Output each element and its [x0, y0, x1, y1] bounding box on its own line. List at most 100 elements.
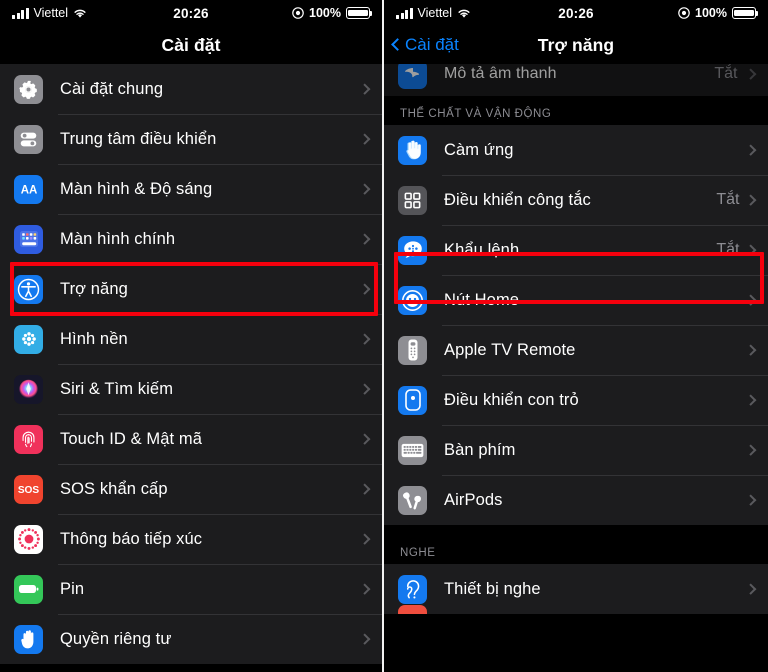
list-item-label: Khẩu lệnh [444, 240, 520, 259]
chevron-right-icon [744, 144, 756, 156]
wallpaper-icon [14, 324, 43, 354]
list-item-ban-phim[interactable]: Bàn phím [384, 425, 768, 475]
chevron-right-icon [358, 333, 370, 345]
chevron-right-icon [358, 383, 370, 395]
list-item-apple-tv-remote[interactable]: Apple TV Remote [384, 325, 768, 375]
list-item-label: Touch ID & Mật mã [60, 429, 202, 448]
exposure-notification-icon [14, 524, 43, 554]
chevron-right-icon [744, 494, 756, 506]
home-button-icon [398, 285, 427, 315]
chevron-right-icon [744, 68, 756, 80]
list-item-value: Tắt [716, 241, 740, 258]
chevron-right-icon [358, 233, 370, 245]
left-phone-screen: Viettel 20:26 100% Cài đặt Cài đặt chung… [0, 0, 384, 672]
list-item-label: Siri & Tìm kiếm [60, 379, 174, 398]
chevron-right-icon [358, 283, 370, 295]
list-item-pin[interactable]: Pin [0, 564, 382, 614]
accessibility-list[interactable]: Mô tả âm thanh Tắt THỂ CHẤT VÀ VẬN ĐỘNG … [384, 64, 768, 614]
accessibility-icon [14, 274, 43, 304]
nav-bar: Cài đặt [0, 26, 382, 64]
list-item-siri-tim-kiem[interactable]: Siri & Tìm kiếm [0, 364, 382, 414]
touch-hand-icon [398, 135, 427, 165]
list-item-label: SOS khẩn cấp [60, 479, 168, 498]
battery-icon [14, 574, 43, 604]
battery-percent-label: 100% [309, 6, 341, 20]
settings-list[interactable]: Cài đặt chung Trung tâm điều khiển AA Mà… [0, 64, 382, 664]
list-item-tro-nang[interactable]: Trợ năng [0, 264, 382, 314]
status-bar-right: 100% [678, 6, 758, 20]
list-item-label: Bàn phím [444, 440, 516, 459]
list-item-man-hinh-do-sang[interactable]: AA Màn hình & Độ sáng [0, 164, 382, 214]
list-item-value: Tắt [716, 191, 740, 208]
dual-screenshot-container: Viettel 20:26 100% Cài đặt Cài đặt chung… [0, 0, 768, 672]
chevron-right-icon [358, 433, 370, 445]
chevron-right-icon [358, 83, 370, 95]
keyboard-icon [398, 435, 427, 465]
list-item-dieu-khien-con-tro[interactable]: Điều khiển con trỏ [384, 375, 768, 425]
list-item-label: Mô tả âm thanh [444, 65, 557, 82]
chevron-right-icon [358, 533, 370, 545]
partial-next-item-icon [398, 605, 427, 614]
list-item-dieu-khien-cong-tac[interactable]: Điều khiển công tắc Tắt [384, 175, 768, 225]
list-item-value: Tắt [714, 65, 738, 82]
pointer-control-icon [398, 385, 427, 415]
list-item-cai-dat-chung[interactable]: Cài đặt chung [0, 64, 382, 114]
chevron-right-icon [744, 194, 756, 206]
battery-percent-label: 100% [695, 6, 727, 20]
apple-tv-remote-icon [398, 335, 427, 365]
battery-full-icon [732, 7, 758, 19]
list-item-trung-tam-dieu-khien[interactable]: Trung tâm điều khiển [0, 114, 382, 164]
list-item-label: Nút Home [444, 290, 520, 309]
privacy-hand-icon [14, 624, 43, 654]
rotation-lock-icon [678, 7, 690, 19]
list-item-thong-bao-tiep-xuc[interactable]: Thông báo tiếp xúc [0, 514, 382, 564]
list-item-label: Màn hình & Độ sáng [60, 179, 213, 198]
battery-full-icon [346, 7, 372, 19]
list-item-man-hinh-chinh[interactable]: Màn hình chính [0, 214, 382, 264]
list-item-nut-home[interactable]: Nút Home [384, 275, 768, 325]
list-item-khau-lenh[interactable]: Khẩu lệnh Tắt [384, 225, 768, 275]
section-header-nghe: NGHE [384, 525, 768, 564]
list-item-quyen-rieng-tu[interactable]: Quyền riêng tư [0, 614, 382, 664]
touch-id-icon [14, 424, 43, 454]
list-item-touch-id-mat-ma[interactable]: Touch ID & Mật mã [0, 414, 382, 464]
airpods-icon [398, 485, 427, 515]
sos-icon: SOS [14, 474, 43, 504]
list-item-mo-ta-am-thanh[interactable]: Mô tả âm thanh Tắt [384, 64, 768, 96]
list-item-label: Apple TV Remote [444, 340, 576, 359]
chevron-right-icon [744, 394, 756, 406]
list-item-label: Hình nền [60, 329, 128, 348]
display-aa-icon: AA [14, 174, 43, 204]
list-item-hinh-nen[interactable]: Hình nền [0, 314, 382, 364]
list-item-label: Thông báo tiếp xúc [60, 529, 203, 548]
chevron-right-icon [358, 183, 370, 195]
section-header-the-chat: THỂ CHẤT VÀ VẬN ĐỘNG [384, 96, 768, 125]
list-item-label: Điều khiển công tắc [444, 190, 591, 209]
list-item-label: Thiết bị nghe [444, 579, 541, 598]
gear-icon [14, 74, 43, 104]
svg-text:SOS: SOS [18, 485, 40, 496]
siri-icon [14, 374, 43, 404]
list-item-label: Trung tâm điều khiển [60, 129, 217, 148]
list-item-thiet-bi-nghe[interactable]: Thiết bị nghe [384, 564, 768, 614]
status-bar-right: 100% [292, 6, 372, 20]
back-button[interactable]: Cài đặt [384, 35, 459, 55]
rotation-lock-icon [292, 7, 304, 19]
list-item-label: Màn hình chính [60, 229, 176, 248]
list-item-label: Càm ứng [444, 140, 514, 159]
chevron-right-icon [744, 344, 756, 356]
list-item-sos-khan-cap[interactable]: SOS SOS khẩn cấp [0, 464, 382, 514]
list-item-cam-ung[interactable]: Càm ứng [384, 125, 768, 175]
chevron-right-icon [358, 483, 370, 495]
audio-description-icon [398, 64, 427, 89]
chevron-right-icon [358, 133, 370, 145]
switch-control-icon [398, 185, 427, 215]
list-item-airpods[interactable]: AirPods [384, 475, 768, 525]
chevron-right-icon [744, 583, 756, 595]
list-item-label: Pin [60, 579, 85, 598]
chevron-right-icon [744, 244, 756, 256]
back-button-label: Cài đặt [405, 35, 459, 54]
list-item-label: AirPods [444, 490, 503, 509]
control-center-icon [14, 124, 43, 154]
nav-bar: Cài đặt Trợ năng [384, 26, 768, 64]
